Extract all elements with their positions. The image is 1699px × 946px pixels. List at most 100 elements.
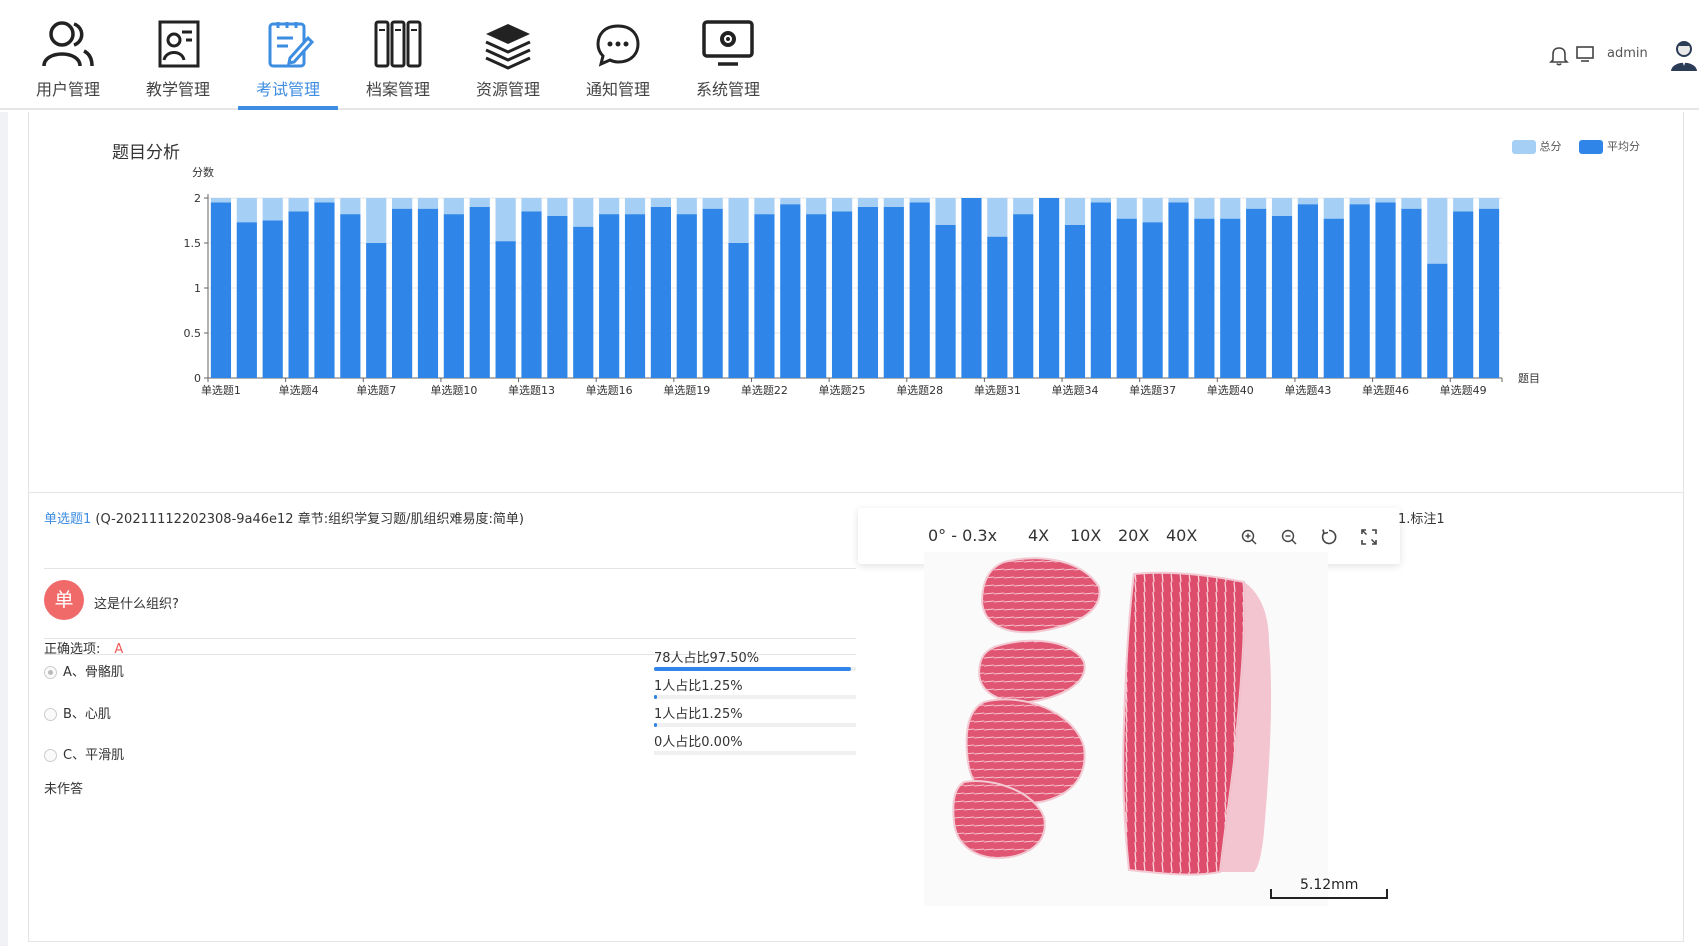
zoom-40x-button[interactable]: 40X	[1166, 526, 1197, 545]
stat-text: 78人占比97.50%	[654, 651, 760, 666]
bar-average	[495, 241, 516, 378]
y-tick-label: 0.5	[184, 327, 202, 340]
layers-icon	[480, 18, 536, 70]
no-answer-stat: 0人占比0.00%	[654, 731, 856, 755]
bar-average	[236, 222, 257, 378]
zoom-20x-button[interactable]: 20X	[1118, 526, 1149, 545]
users-icon	[40, 18, 96, 70]
nav-item-users[interactable]: 用户管理	[18, 12, 118, 108]
bar-average	[314, 202, 335, 378]
bar-average	[1323, 218, 1344, 378]
stat-text: 1人占比1.25%	[654, 707, 743, 722]
bar-average	[1375, 202, 1396, 378]
stat-bar-fill	[654, 695, 657, 699]
bar-total	[1168, 198, 1189, 203]
nav-label: 通知管理	[585, 80, 650, 99]
x-tick-label: 单选题49	[1440, 384, 1487, 397]
section-divider	[28, 492, 1684, 493]
x-tick-label: 单选题40	[1207, 384, 1254, 397]
tissue-image	[952, 557, 1272, 876]
x-tick-label: 单选题22	[741, 384, 788, 397]
bell-icon[interactable]	[1549, 44, 1569, 66]
bar-total	[806, 198, 827, 215]
bar-average	[573, 226, 594, 378]
histology-slide-image[interactable]	[924, 552, 1328, 906]
bar-average	[702, 208, 723, 378]
bar-average	[624, 214, 646, 378]
exam-edit-icon	[260, 18, 316, 70]
bar-average	[1453, 211, 1474, 378]
zoom-in-icon[interactable]	[1240, 528, 1258, 546]
stat-bar-track	[654, 723, 856, 727]
bar-total	[780, 198, 801, 205]
radio-button[interactable]	[44, 666, 57, 679]
bar-average	[1478, 208, 1500, 378]
question-type-link[interactable]: 单选题1	[44, 512, 91, 527]
bar-average	[1349, 204, 1370, 378]
nav-item-resources[interactable]: 资源管理	[458, 12, 558, 108]
nav-label: 档案管理	[365, 80, 430, 99]
annotation-label[interactable]: 1.标注1	[1398, 508, 1445, 527]
bar-average	[443, 214, 464, 378]
reset-rotate-icon[interactable]	[1320, 528, 1338, 546]
bar-total	[495, 198, 516, 242]
bar-average	[469, 207, 490, 378]
bar-average	[676, 214, 697, 378]
teaching-board-icon	[150, 18, 206, 70]
option-label: A、骨骼肌	[63, 665, 124, 680]
option-a[interactable]: A、骨骼肌	[44, 661, 124, 680]
zoom-out-icon[interactable]	[1280, 528, 1298, 546]
stat-bar-fill	[654, 723, 657, 727]
bar-total	[599, 198, 620, 215]
bar-total	[883, 198, 904, 207]
bar-average	[366, 243, 387, 378]
x-tick-label: 单选题37	[1129, 384, 1176, 397]
bar-average	[521, 211, 542, 378]
option-a-stat: 78人占比97.50%	[654, 647, 856, 671]
bar-total	[702, 198, 723, 209]
bar-average	[547, 216, 568, 378]
x-tick-label: 单选题1	[201, 384, 241, 397]
nav-item-archive[interactable]: 档案管理	[348, 12, 448, 108]
question-text: 这是什么组织?	[94, 597, 179, 612]
radio-button[interactable]	[44, 749, 57, 762]
zoom-4x-button[interactable]: 4X	[1028, 526, 1049, 545]
fullscreen-icon[interactable]	[1360, 528, 1378, 546]
monitor-icon[interactable]	[1575, 44, 1595, 64]
y-tick-label: 0	[194, 372, 201, 385]
top-navigation-bar: 用户管理 教学管理 考试管理 档案管理 资源管理 通知管理 系统管理 admin	[0, 0, 1699, 110]
option-c[interactable]: C、平滑肌	[44, 744, 124, 763]
bar-total	[469, 198, 490, 207]
bar-average	[935, 225, 956, 378]
nav-label: 用户管理	[35, 80, 100, 99]
avatar[interactable]	[1669, 38, 1699, 72]
bar-average	[340, 214, 361, 378]
bar-total	[1349, 198, 1370, 205]
nav-item-exam[interactable]: 考试管理	[238, 12, 338, 110]
bar-total	[1064, 198, 1086, 225]
bar-average	[1427, 263, 1448, 378]
x-tick-label: 单选题4	[279, 384, 319, 397]
radio-button[interactable]	[44, 708, 57, 721]
nav-item-teaching[interactable]: 教学管理	[128, 12, 228, 108]
stat-bar-track	[654, 695, 856, 699]
nav-item-notifications[interactable]: 通知管理	[568, 12, 668, 108]
x-axis-label: 题目	[1518, 372, 1540, 385]
chart-plot: 分数 0 0.5 1 1.5 2 单选题1 单选题4 单选题7 单选题10 单选题13 单选题16 单选…	[184, 166, 1541, 397]
bar-total	[935, 198, 956, 225]
bar-total	[1427, 198, 1448, 264]
bar-average	[417, 208, 439, 378]
zoom-10x-button[interactable]: 10X	[1070, 526, 1101, 545]
username[interactable]: admin	[1607, 46, 1648, 61]
bar-average	[909, 202, 930, 378]
x-tick-label: 单选题19	[663, 384, 710, 397]
bar-total	[1220, 198, 1241, 219]
bar-total	[1090, 198, 1111, 203]
option-b[interactable]: B、心肌	[44, 703, 111, 722]
nav-item-system[interactable]: 系统管理	[678, 12, 778, 108]
chat-bubble-icon	[590, 18, 646, 70]
bar-total	[754, 198, 775, 215]
bar-average	[1194, 218, 1215, 378]
bar-average	[857, 207, 879, 378]
bar-total	[728, 198, 749, 243]
